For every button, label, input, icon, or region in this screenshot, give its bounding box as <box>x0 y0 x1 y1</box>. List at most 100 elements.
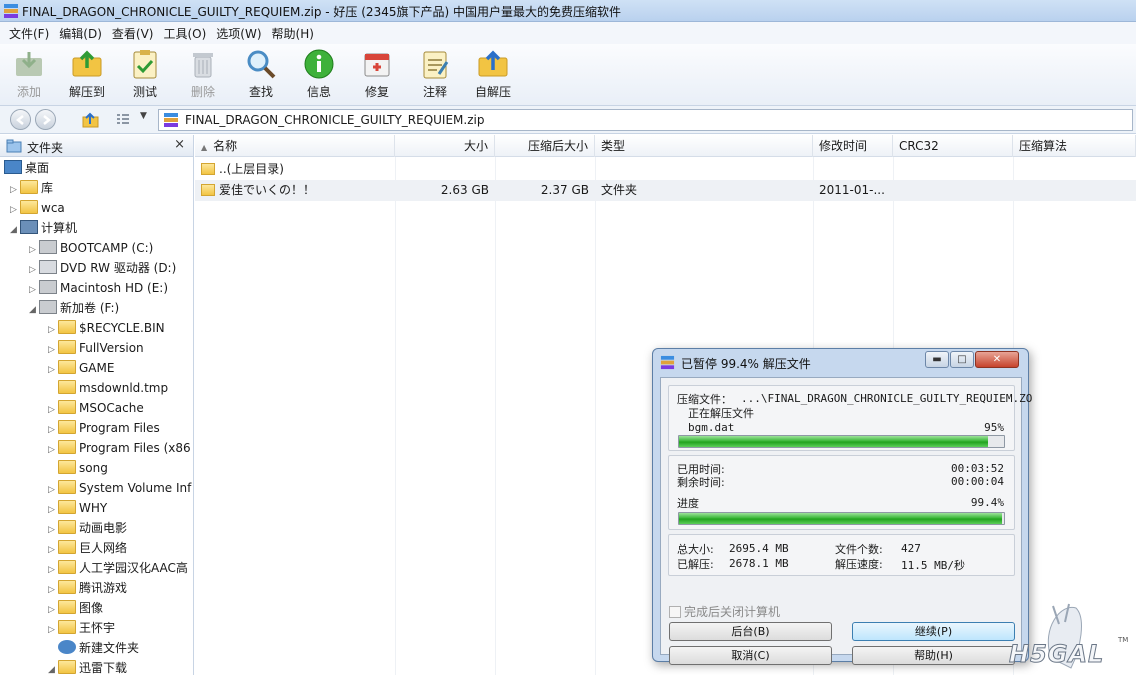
collapse-arrow-icon[interactable]: ◢ <box>10 220 20 240</box>
expand-arrow-icon[interactable]: ▷ <box>48 340 58 360</box>
watermark-logo: H5GAL TM <box>1003 598 1136 675</box>
up-folder-icon[interactable] <box>82 112 100 128</box>
delete-button[interactable]: 删除 <box>174 48 232 104</box>
continue-button[interactable]: 继续(P) <box>852 622 1015 641</box>
cancel-button[interactable]: 取消(C) <box>669 646 832 665</box>
tree-item-library[interactable]: ▷ 库 <box>10 178 53 198</box>
tree-item-wca[interactable]: ▷ wca <box>10 198 65 218</box>
find-button[interactable]: 查找 <box>232 48 290 104</box>
tree-item-drive-f[interactable]: ◢ 新加卷 (F:) <box>29 298 119 318</box>
expand-arrow-icon[interactable]: ▷ <box>48 480 58 500</box>
tree-item-folder[interactable]: ◢ 迅雷下载 <box>48 658 127 675</box>
expand-arrow-icon[interactable]: ▷ <box>48 580 58 600</box>
tree-item-computer[interactable]: ◢ 计算机 <box>10 218 77 238</box>
extracted-label: 已解压: <box>677 558 714 571</box>
tree-item-folder[interactable]: ▷ 图像 <box>48 598 103 618</box>
expand-arrow-icon[interactable]: ▷ <box>48 520 58 540</box>
folder-icon <box>58 560 76 574</box>
comment-button[interactable]: 注释 <box>406 48 464 104</box>
collapse-arrow-icon[interactable]: ◢ <box>48 660 58 675</box>
shutdown-checkbox[interactable]: 完成后关闭计算机 <box>669 603 780 620</box>
table-row[interactable]: ..(上层目录) <box>195 159 1136 180</box>
expand-arrow-icon[interactable]: ▷ <box>29 280 39 300</box>
forward-button[interactable] <box>35 109 56 130</box>
info-icon <box>304 49 334 79</box>
expand-arrow-icon[interactable]: ▷ <box>10 180 20 200</box>
column-modified[interactable]: 修改时间 <box>813 135 893 157</box>
tree-item-folder[interactable]: ▷ GAME <box>48 358 114 378</box>
folder-icon <box>58 440 76 454</box>
menu-file[interactable]: 文件(F) <box>4 25 54 42</box>
column-name[interactable]: ▲ 名称 <box>195 135 395 157</box>
expand-arrow-icon[interactable]: ▷ <box>48 560 58 580</box>
info-button[interactable]: 信息 <box>290 48 348 104</box>
folder-pane-close-icon[interactable]: × <box>174 137 185 152</box>
tree-item-folder[interactable]: song <box>48 458 108 478</box>
extract-to-button[interactable]: 解压到 <box>58 48 116 104</box>
column-crc32[interactable]: CRC32 <box>893 135 1013 157</box>
expand-arrow-icon[interactable]: ▷ <box>48 600 58 620</box>
menu-edit[interactable]: 编辑(D) <box>54 25 107 42</box>
menu-tools[interactable]: 工具(O) <box>158 25 211 42</box>
tree-item-folder[interactable]: ▷ $RECYCLE.BIN <box>48 318 165 338</box>
back-button[interactable] <box>10 109 31 130</box>
column-size[interactable]: 大小 <box>395 135 495 157</box>
tree-item-folder[interactable]: 新建文件夹 <box>48 638 139 658</box>
address-field[interactable]: FINAL_DRAGON_CHRONICLE_GUILTY_REQUIEM.zi… <box>158 109 1133 131</box>
tree-item-drive-d[interactable]: ▷ DVD RW 驱动器 (D:) <box>29 258 176 278</box>
extract-progress-dialog: 已暂停 99.4% 解压文件 ▬ □ ✕ 压缩文件： ...\FINAL_DRA… <box>652 348 1032 665</box>
repair-button[interactable]: 修复 <box>348 48 406 104</box>
expand-arrow-icon[interactable]: ▷ <box>48 360 58 380</box>
help-button[interactable]: 帮助(H) <box>852 646 1015 665</box>
progress-label: 进度 <box>677 497 699 510</box>
watermark-text: H5GAL <box>1008 640 1105 669</box>
tree-item-folder[interactable]: ▷ System Volume Inf <box>48 478 191 498</box>
expand-arrow-icon[interactable]: ▷ <box>48 320 58 340</box>
tree-item-folder[interactable]: ▷ 人工学园汉化AAC高 <box>48 558 188 578</box>
expand-arrow-icon[interactable]: ▷ <box>48 620 58 640</box>
tree-item-folder[interactable]: ▷ MSOCache <box>48 398 144 418</box>
column-packed-size[interactable]: 压缩后大小 <box>495 135 595 157</box>
tree-item-folder[interactable]: ▷ 腾讯游戏 <box>48 578 127 598</box>
checkbox-box[interactable] <box>669 606 681 618</box>
tree-item-desktop[interactable]: 桌面 <box>4 158 49 178</box>
tree-item-folder[interactable]: ▷ 巨人网络 <box>48 538 127 558</box>
menu-view[interactable]: 查看(V) <box>107 25 159 42</box>
expand-arrow-icon[interactable]: ▷ <box>10 200 20 220</box>
tree-item-drive-c[interactable]: ▷ BOOTCAMP (C:) <box>29 238 153 258</box>
self-extract-icon <box>478 50 508 77</box>
view-mode-icon[interactable] <box>116 113 130 127</box>
background-button[interactable]: 后台(B) <box>669 622 832 641</box>
tree-item-folder[interactable]: ▷ 王怀宇 <box>48 618 115 638</box>
folder-icon <box>58 540 76 554</box>
maximize-button[interactable]: □ <box>950 351 974 368</box>
add-button[interactable]: 添加 <box>0 48 58 104</box>
expand-arrow-icon[interactable]: ▷ <box>29 240 39 260</box>
tree-item-drive-e[interactable]: ▷ Macintosh HD (E:) <box>29 278 168 298</box>
self-extract-button[interactable]: 自解压 <box>464 48 522 104</box>
expand-arrow-icon[interactable]: ▷ <box>48 420 58 440</box>
collapse-arrow-icon[interactable]: ◢ <box>29 300 39 320</box>
tree-item-folder[interactable]: msdownld.tmp <box>48 378 168 398</box>
tree-item-folder[interactable]: ▷ Program Files (x86 <box>48 438 191 458</box>
tree-item-folder[interactable]: ▷ WHY <box>48 498 107 518</box>
menu-help[interactable]: 帮助(H) <box>267 25 319 42</box>
menu-options[interactable]: 选项(W) <box>211 25 266 42</box>
tree-item-folder[interactable]: ▷ Program Files <box>48 418 160 438</box>
expand-arrow-icon[interactable]: ▷ <box>48 500 58 520</box>
minimize-button[interactable]: ▬ <box>925 351 949 368</box>
view-dropdown-icon[interactable]: ▼ <box>140 111 147 121</box>
expand-arrow-icon[interactable]: ▷ <box>48 440 58 460</box>
expand-arrow-icon[interactable]: ▷ <box>48 400 58 420</box>
expand-arrow-icon[interactable]: ▷ <box>29 260 39 280</box>
table-row[interactable]: 爱佳でいくの！！ 2.63 GB 2.37 GB 文件夹 2011-01-... <box>195 180 1136 201</box>
tree-item-folder[interactable]: ▷ FullVersion <box>48 338 144 358</box>
time-progress-group: 已用时间: 00:03:52 剩余时间: 00:00:04 进度 99.4% <box>668 455 1015 530</box>
drive-icon <box>39 300 57 314</box>
close-button[interactable]: ✕ <box>975 351 1019 368</box>
column-method[interactable]: 压缩算法 <box>1013 135 1136 157</box>
expand-arrow-icon[interactable]: ▷ <box>48 540 58 560</box>
test-button[interactable]: 测试 <box>116 48 174 104</box>
tree-item-folder[interactable]: ▷ 动画电影 <box>48 518 127 538</box>
column-type[interactable]: 类型 <box>595 135 813 157</box>
